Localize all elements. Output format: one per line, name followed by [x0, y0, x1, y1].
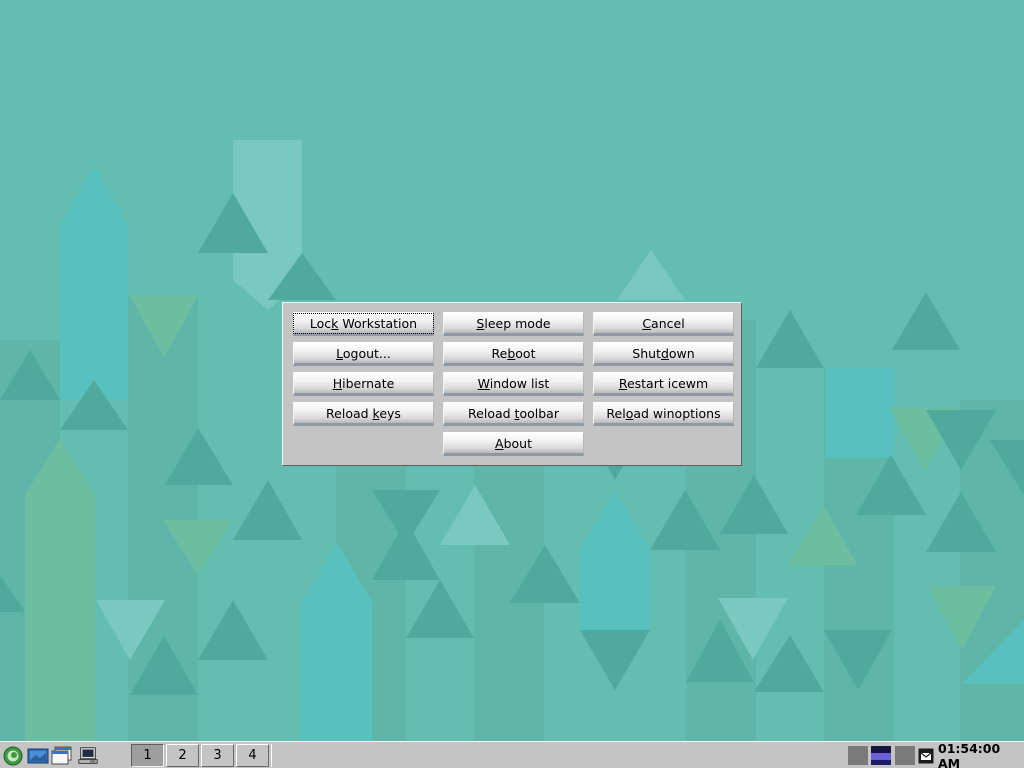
reboot-label: Reboot — [491, 345, 536, 361]
volume-icon[interactable] — [895, 746, 915, 765]
logout-button[interactable]: Logout... — [293, 342, 434, 366]
workspace-4-tab[interactable]: 4 — [236, 744, 269, 767]
reload-keys-label: Reload keys — [326, 405, 401, 421]
about-label: About — [495, 435, 532, 451]
logout-label: Logout... — [336, 345, 391, 361]
file-manager-icon[interactable] — [27, 745, 49, 766]
reload-keys-button[interactable]: Reload keys — [293, 402, 434, 426]
reload-toolbar-button[interactable]: Reload toolbar — [443, 402, 584, 426]
reload-winoptions-button[interactable]: Reload winoptions — [593, 402, 734, 426]
sleep-mode-button[interactable]: Sleep mode — [443, 312, 584, 336]
window-list-label: Window list — [477, 375, 550, 391]
workspace-1-tab[interactable]: 1 — [131, 744, 164, 767]
shutdown-label: Shutdown — [632, 345, 695, 361]
hibernate-label: Hibernate — [332, 375, 395, 391]
sleep-mode-label: Sleep mode — [476, 315, 551, 331]
clock-text: 01:54:00 AM — [938, 740, 1001, 768]
cpu-monitor-icon[interactable] — [848, 746, 868, 765]
hibernate-button[interactable]: Hibernate — [293, 372, 434, 396]
reload-winoptions-label: Reload winoptions — [606, 405, 721, 421]
window-list-button[interactable]: Window list — [443, 372, 584, 396]
workspace-1-label: 1 — [143, 748, 152, 763]
lock-workstation-button[interactable]: Lock Workstation — [292, 312, 435, 336]
cancel-button[interactable]: Cancel — [593, 312, 734, 336]
window-list-icon[interactable] — [51, 745, 73, 766]
about-button[interactable]: About — [443, 432, 584, 456]
reload-toolbar-label: Reload toolbar — [468, 405, 559, 421]
lock-workstation-label: Lock Workstation — [292, 312, 435, 334]
workspace-3-label: 3 — [213, 748, 222, 763]
shutdown-button[interactable]: Shutdown — [593, 342, 734, 366]
task-list-area[interactable] — [271, 744, 845, 767]
restart-icewm-label: Restart icewm — [618, 375, 709, 391]
reboot-button[interactable]: Reboot — [443, 342, 584, 366]
mail-icon[interactable] — [917, 747, 935, 764]
logout-dialog: Lock Workstation Sleep mode Cancel Logou… — [282, 302, 742, 466]
clock[interactable]: 01:54:00 AM — [938, 740, 1024, 768]
start-menu-icon[interactable] — [2, 745, 24, 766]
workspace-4-label: 4 — [248, 748, 257, 763]
workspace-2-tab[interactable]: 2 — [166, 744, 199, 767]
cancel-label: Cancel — [642, 315, 685, 331]
restart-icewm-button[interactable]: Restart icewm — [593, 372, 734, 396]
network-monitor-icon[interactable] — [871, 746, 891, 765]
terminal-icon[interactable] — [77, 745, 99, 766]
workspace-2-label: 2 — [178, 748, 187, 763]
taskbar: 1 2 3 4 01:54:00 AM — [0, 741, 1024, 768]
workspace-3-tab[interactable]: 3 — [201, 744, 234, 767]
